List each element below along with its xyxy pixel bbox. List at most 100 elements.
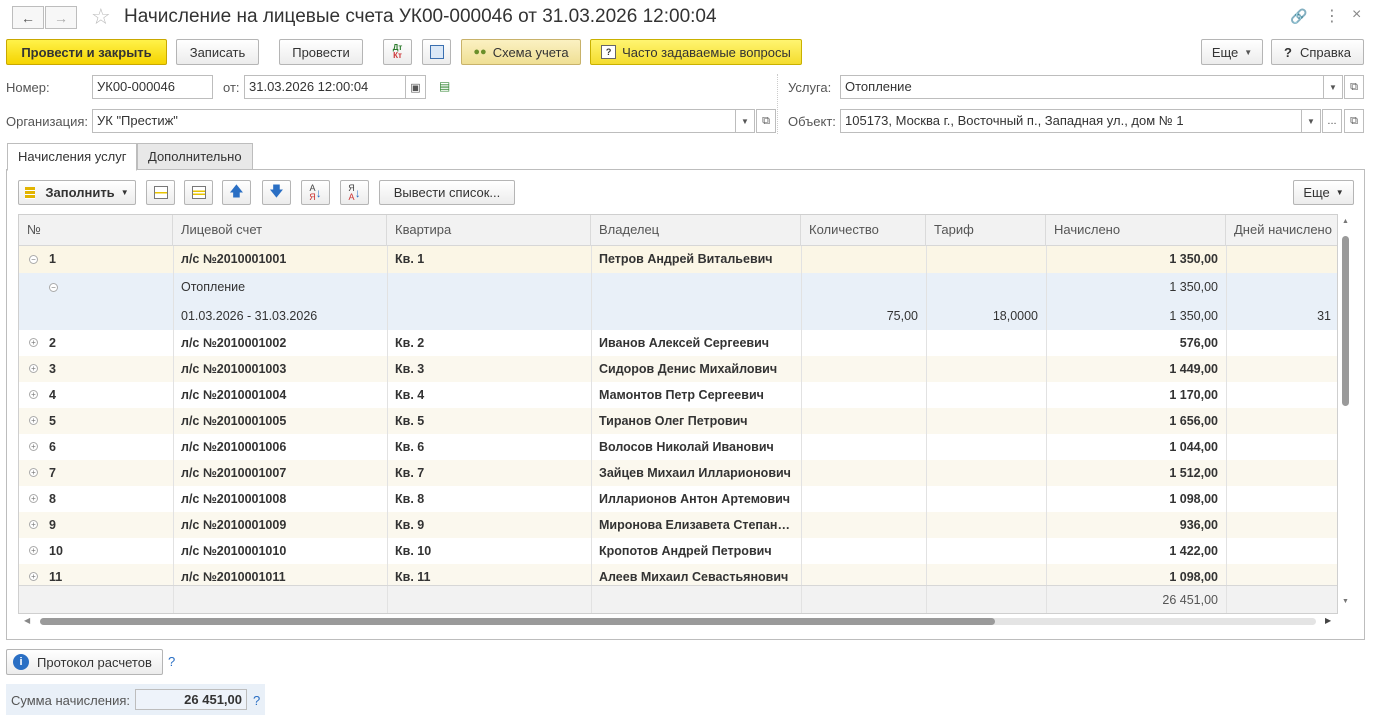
vertical-scroll-thumb[interactable] bbox=[1342, 236, 1349, 406]
number-label: Номер: bbox=[6, 80, 50, 95]
row-flat: Кв. 8 bbox=[395, 492, 425, 506]
show-list-button[interactable]: Вывести список... bbox=[379, 180, 515, 205]
add-row-button[interactable] bbox=[146, 180, 175, 205]
col-header-days[interactable]: Дней начислено bbox=[1226, 215, 1337, 246]
expand-icon[interactable]: + bbox=[29, 364, 38, 373]
object-dropdown-button[interactable]: ▼ bbox=[1301, 109, 1321, 133]
col-header-account[interactable]: Лицевой счет bbox=[173, 215, 387, 246]
table-row[interactable]: − 1 л/с №2010001001 Кв. 1 Петров Андрей Вита… bbox=[19, 246, 1337, 273]
row-number: 1 bbox=[49, 252, 56, 266]
row-number: 10 bbox=[49, 544, 63, 558]
organization-dropdown-button[interactable]: ▼ bbox=[735, 109, 755, 133]
organization-open-button[interactable]: ⧉ bbox=[756, 109, 776, 133]
table-row[interactable]: +6 л/с №2010001006 Кв. 6 Волосов Николай Ив… bbox=[19, 434, 1337, 460]
row-owner: Мамонтов Петр Сергеевич bbox=[599, 388, 764, 402]
table-more-button[interactable]: Еще ▼ bbox=[1293, 180, 1354, 205]
calculation-protocol-button[interactable]: i Протокол расчетов bbox=[6, 649, 163, 675]
column-separator bbox=[387, 246, 388, 585]
calendar-button[interactable]: ▣ bbox=[405, 75, 426, 99]
expand-icon[interactable]: + bbox=[29, 468, 38, 477]
horizontal-scroll-thumb[interactable] bbox=[40, 618, 995, 625]
service-open-button[interactable]: ⧉ bbox=[1344, 75, 1364, 99]
tab-additional[interactable]: Дополнительно bbox=[137, 143, 253, 170]
back-button[interactable]: ← bbox=[12, 6, 44, 29]
table-row[interactable]: +7 л/с №2010001007 Кв. 7 Зайцев Михаил Илла… bbox=[19, 460, 1337, 486]
scroll-left-icon[interactable]: ◀ bbox=[24, 616, 30, 625]
table-row[interactable]: +5 л/с №2010001005 Кв. 5 Тиранов Олег Петро… bbox=[19, 408, 1337, 434]
sum-help-icon[interactable]: ? bbox=[253, 693, 260, 708]
table-row[interactable]: 01.03.2026 - 31.03.2026 75,00 18,0000 1 350… bbox=[19, 302, 1337, 330]
service-field[interactable]: Отопление bbox=[840, 75, 1324, 99]
scroll-up-icon[interactable]: ▲ bbox=[1342, 218, 1349, 225]
expand-icon[interactable]: + bbox=[29, 546, 38, 555]
collapse-icon[interactable]: − bbox=[29, 254, 38, 264]
expand-icon[interactable]: + bbox=[29, 572, 38, 581]
post-and-close-button[interactable]: Провести и закрыть bbox=[6, 39, 167, 65]
table-row[interactable]: − Отопление 1 350,00 bbox=[19, 273, 1337, 302]
protocol-help-icon[interactable]: ? bbox=[168, 654, 175, 669]
more-vertical-icon[interactable]: ⋮ bbox=[1324, 6, 1340, 26]
col-header-tariff[interactable]: Тариф bbox=[926, 215, 1046, 246]
row-quantity: 75,00 bbox=[886, 309, 918, 323]
col-header-quantity[interactable]: Количество bbox=[801, 215, 926, 246]
scroll-right-icon[interactable]: ▶ bbox=[1325, 616, 1331, 625]
close-icon[interactable]: × bbox=[1352, 6, 1361, 24]
sort-desc-button[interactable]: Я A ↓ bbox=[340, 180, 369, 205]
horizontal-scrollbar[interactable]: ◀ ▶ bbox=[18, 614, 1338, 630]
expand-icon[interactable]: + bbox=[29, 442, 38, 451]
scroll-down-icon[interactable]: ▼ bbox=[1342, 598, 1349, 605]
favorite-star-icon[interactable]: ☆ bbox=[91, 4, 111, 30]
table-row[interactable]: +10 л/с №2010001010 Кв. 10 Кропотов Андрей … bbox=[19, 538, 1337, 564]
number-field[interactable]: УК00-000046 bbox=[92, 75, 213, 99]
faq-button[interactable]: ? Часто задаваемые вопросы bbox=[590, 39, 802, 65]
table-row[interactable]: +3 л/с №2010001003 Кв. 3 Сидоров Денис Миха… bbox=[19, 356, 1337, 382]
collapse-icon[interactable]: − bbox=[49, 282, 58, 292]
service-dropdown-button[interactable]: ▼ bbox=[1323, 75, 1343, 99]
dt-kt-button[interactable]: Дт Кт bbox=[383, 39, 412, 65]
col-header-owner[interactable]: Владелец bbox=[591, 215, 801, 246]
col-header-charged[interactable]: Начислено bbox=[1046, 215, 1226, 246]
caret-down-icon: ▼ bbox=[1335, 188, 1344, 197]
expand-icon[interactable]: + bbox=[29, 416, 38, 425]
col-header-flat[interactable]: Квартира bbox=[387, 215, 591, 246]
accounting-scheme-button[interactable]: ●● Схема учета bbox=[461, 39, 581, 65]
table-row[interactable]: +2 л/с №2010001002 Кв. 2 Иванов Алексей Сер… bbox=[19, 330, 1337, 356]
row-flat: Кв. 5 bbox=[395, 414, 425, 428]
forward-button[interactable]: → bbox=[45, 6, 77, 29]
vertical-scrollbar[interactable]: ▲ ▼ bbox=[1339, 214, 1353, 614]
row-account: л/с №2010001003 bbox=[181, 362, 287, 376]
row-charged: 576,00 bbox=[1179, 336, 1218, 350]
copy-row-button[interactable] bbox=[184, 180, 213, 205]
row-charged: 1 170,00 bbox=[1169, 388, 1218, 402]
sort-asc-button[interactable]: A Я ↓ bbox=[301, 180, 330, 205]
expand-icon[interactable]: + bbox=[29, 338, 38, 347]
organization-field[interactable]: УК "Престиж" bbox=[92, 109, 736, 133]
expand-icon[interactable]: + bbox=[29, 390, 38, 399]
arrow-right-icon: → bbox=[54, 9, 68, 26]
move-down-button[interactable]: 🡇 bbox=[262, 180, 291, 205]
post-button[interactable]: Провести bbox=[279, 39, 363, 65]
move-up-button[interactable]: 🡅 bbox=[222, 180, 251, 205]
link-icon[interactable]: 🔗 bbox=[1290, 8, 1307, 25]
structure-button[interactable] bbox=[422, 39, 451, 65]
expand-icon[interactable]: + bbox=[29, 494, 38, 503]
row-number: 3 bbox=[49, 362, 56, 376]
more-button[interactable]: Еще ▼ bbox=[1201, 39, 1263, 65]
date-field[interactable]: 31.03.2026 12:00:04 bbox=[244, 75, 406, 99]
object-field[interactable]: 105173, Москва г., Восточный п., Западна… bbox=[840, 109, 1302, 133]
row-charged: 936,00 bbox=[1179, 518, 1218, 532]
table-row[interactable]: +4 л/с №2010001004 Кв. 4 Мамонтов Петр Серг… bbox=[19, 382, 1337, 408]
object-open-button[interactable]: ⧉ bbox=[1344, 109, 1364, 133]
tab-service-charges[interactable]: Начисления услуг bbox=[7, 143, 138, 171]
fill-button[interactable]: Заполнить ▼ bbox=[18, 180, 136, 205]
edit-note-icon[interactable]: ▤ bbox=[439, 79, 450, 93]
row-flat: Кв. 7 bbox=[395, 466, 425, 480]
object-select-button[interactable]: ... bbox=[1322, 109, 1342, 133]
expand-icon[interactable]: + bbox=[29, 520, 38, 529]
save-button[interactable]: Записать bbox=[176, 39, 259, 65]
row-owner: Зайцев Михаил Илларионович bbox=[599, 466, 791, 480]
table-row[interactable]: +8 л/с №2010001008 Кв. 8 Илларионов Антон А… bbox=[19, 486, 1337, 512]
help-button[interactable]: ? Справка bbox=[1271, 39, 1364, 65]
col-header-number[interactable]: № bbox=[19, 215, 173, 246]
table-row[interactable]: +9 л/с №2010001009 Кв. 9 Миронова Елизавета… bbox=[19, 512, 1337, 538]
